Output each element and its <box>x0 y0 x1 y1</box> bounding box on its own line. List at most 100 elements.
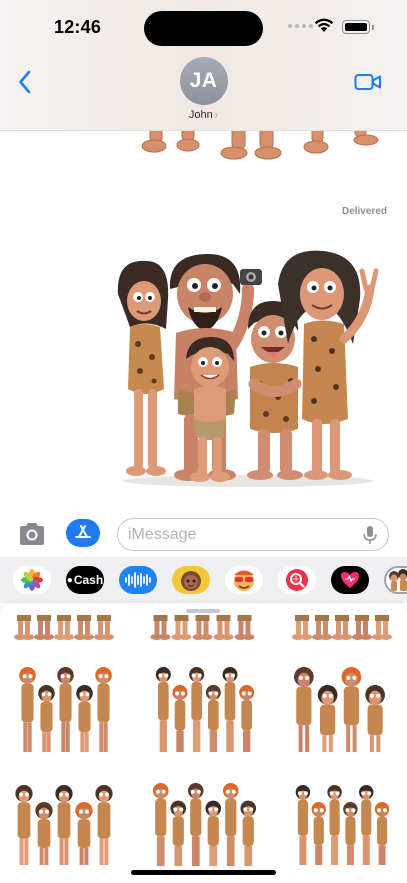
apple-cash-app-button[interactable]: ● Cash <box>66 566 104 594</box>
caveman-sticker[interactable] <box>18 665 113 755</box>
caveman-figure <box>35 802 53 865</box>
delivered-status: Delivered <box>341 206 387 217</box>
caveman-figure <box>240 800 257 866</box>
caveman-figure <box>155 667 171 752</box>
signal-dots-icon <box>288 24 313 28</box>
memoji-app-button[interactable] <box>172 566 210 594</box>
audio-message-app-button[interactable] <box>119 566 157 594</box>
caveman-figure <box>372 615 392 640</box>
video-camera-icon <box>354 74 381 90</box>
caveman-figure <box>359 785 374 865</box>
app-store-icon <box>75 525 91 538</box>
caveman-sticker[interactable] <box>150 615 255 643</box>
caveman-figure <box>152 783 169 866</box>
image-search-app-button[interactable] <box>278 566 316 594</box>
caveman-stickers-icon <box>389 569 407 591</box>
caveman-figure <box>19 667 36 752</box>
caveman-figure <box>57 667 74 752</box>
caveman-figure <box>294 667 314 752</box>
fitness-heart-icon <box>341 572 359 588</box>
caveman-figure <box>189 667 205 752</box>
caveman-figure <box>365 685 385 752</box>
apple-logo-icon: ● <box>66 574 73 586</box>
caveman-figure <box>75 802 93 865</box>
home-indicator[interactable] <box>131 870 276 875</box>
back-button[interactable] <box>10 66 40 98</box>
camera-button[interactable] <box>17 521 47 547</box>
chevron-right-icon: › <box>214 110 219 121</box>
caveman-stickers-app-button[interactable] <box>384 566 407 594</box>
contact-name-row: John › <box>163 109 244 121</box>
microphone-icon[interactable] <box>362 525 378 545</box>
caveman-figure <box>222 783 239 866</box>
caveman-figure <box>341 667 362 752</box>
caveman-sticker[interactable] <box>155 665 255 755</box>
imessage-field[interactable] <box>117 518 389 551</box>
caveman-figure <box>205 685 221 752</box>
caveman-figure <box>34 615 54 640</box>
chevron-left-icon <box>19 70 31 94</box>
wifi-icon <box>314 18 334 32</box>
caveman-figure <box>343 802 358 865</box>
message-thread[interactable]: Delivered <box>0 131 407 511</box>
photos-app-button[interactable] <box>13 566 51 594</box>
caveman-figure <box>317 685 338 752</box>
caveman-figure <box>55 785 73 865</box>
caveman-figure <box>95 667 112 752</box>
conversation-header: 12:46 JA John › <box>0 0 407 131</box>
memoji-stickers-app-button[interactable] <box>225 566 263 594</box>
caveman-figure <box>222 667 238 752</box>
caveman-figure <box>170 800 187 866</box>
caveman-figure <box>76 685 93 752</box>
contact-details-button[interactable]: JA John › <box>163 57 244 121</box>
caveman-figure <box>150 615 171 640</box>
cash-label: Cash <box>73 573 104 587</box>
caveman-sticker[interactable] <box>292 615 392 643</box>
status-time: 12:46 <box>54 17 102 37</box>
imessage-app-drawer[interactable]: ● Cash <box>0 557 407 603</box>
caveman-figure <box>15 785 33 865</box>
memoji-stickers-icon <box>234 570 254 591</box>
caveman-family-sticker[interactable] <box>108 249 388 489</box>
caveman-figure <box>38 685 55 752</box>
caveman-sticker[interactable] <box>152 781 257 869</box>
caveman-figure <box>234 615 255 640</box>
message-input-bar <box>0 511 407 557</box>
caveman-figure <box>295 785 311 865</box>
caveman-figure <box>171 615 192 640</box>
previous-sticker-message[interactable] <box>140 131 385 174</box>
caveman-sticker[interactable] <box>14 615 114 643</box>
contact-name: John <box>188 109 213 121</box>
caveman-figure <box>14 615 34 640</box>
dynamic-island <box>144 11 263 46</box>
app-store-button[interactable] <box>66 519 100 547</box>
caveman-sticker[interactable] <box>295 783 390 868</box>
imessage-input[interactable] <box>128 519 348 550</box>
image-search-icon <box>286 569 308 591</box>
sheet-grabber-handle[interactable] <box>186 609 220 613</box>
caveman-figure <box>327 785 342 865</box>
caveman-sticker[interactable] <box>14 783 114 868</box>
sticker-picker-sheet[interactable] <box>0 603 407 883</box>
avatar: JA <box>179 57 228 105</box>
caveman-figure <box>239 685 255 752</box>
caveman-figure <box>187 783 204 866</box>
caveman-figure <box>332 615 352 640</box>
facetime-video-button[interactable] <box>351 68 385 96</box>
caveman-figure <box>94 615 114 640</box>
caveman-sticker[interactable] <box>292 665 387 755</box>
caveman-figure <box>54 615 74 640</box>
caveman-figure <box>95 785 113 865</box>
caveman-figure <box>192 615 213 640</box>
battery-icon <box>342 20 374 34</box>
caveman-figure <box>205 800 222 866</box>
caveman-figure <box>374 802 390 865</box>
fitness-app-button[interactable] <box>331 566 369 594</box>
caveman-figure <box>311 802 326 865</box>
caveman-figure <box>312 615 332 640</box>
photos-icon <box>21 569 43 591</box>
caveman-figure <box>352 615 372 640</box>
caveman-figure <box>74 615 94 640</box>
audio-waveform-icon <box>125 572 151 588</box>
caveman-figure <box>292 615 312 640</box>
